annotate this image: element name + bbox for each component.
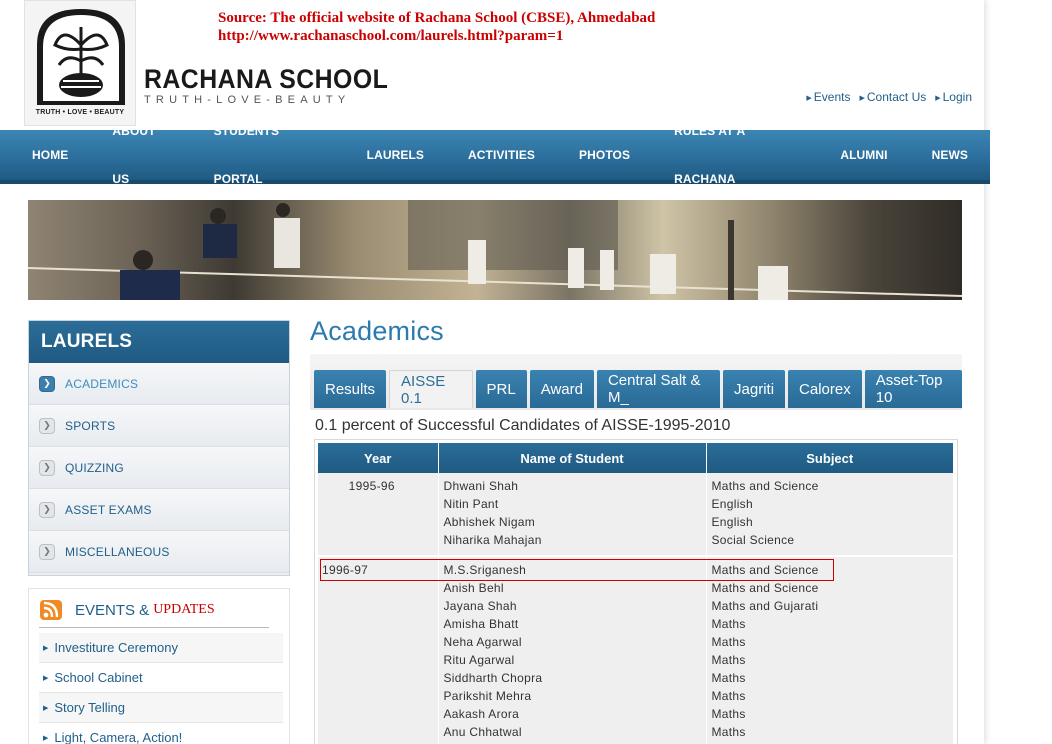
tab-prl[interactable]: PRL bbox=[475, 370, 527, 408]
events-panel: EVENTS & UPDATES ▶ Investiture Ceremony ▶… bbox=[28, 588, 290, 744]
page-title: Academics bbox=[310, 316, 444, 346]
column-header-subject: Subject bbox=[706, 443, 953, 473]
events-title-accent: UPDATES bbox=[153, 602, 215, 617]
chevron-right-icon: ❯ bbox=[39, 417, 55, 434]
top-links: ▶ Events ▶ Contact Us ▶ Login bbox=[806, 90, 972, 104]
banner-illustration bbox=[28, 200, 962, 300]
tab-asset-top-10[interactable]: Asset-Top 10 bbox=[864, 370, 962, 408]
logo-emblem-icon bbox=[37, 9, 125, 105]
tab-award[interactable]: Award bbox=[529, 370, 594, 408]
sidebar-item-asset-exams[interactable]: ❯ ASSET EXAMS bbox=[29, 489, 289, 531]
events-list: ▶ Investiture Ceremony ▶ School Cabinet ▶ S… bbox=[39, 633, 283, 744]
tab-calorex[interactable]: Calorex bbox=[788, 370, 862, 408]
rss-feed-icon bbox=[40, 600, 62, 620]
column-header-year: Year bbox=[318, 443, 439, 473]
results-table-container: Year Name of Student Subject 1995-96 Dhw… bbox=[314, 439, 958, 744]
nav-students-portal[interactable]: STUDENTS' PORTAL bbox=[192, 107, 345, 203]
sidebar-item-academics[interactable]: ❯ ACADEMICS bbox=[29, 363, 289, 405]
laurels-menu: LAURELS ❯ ACADEMICS ❯ SPORTS ❯ QUIZZING … bbox=[28, 320, 290, 576]
subjects-cell: Maths and Science English English Social… bbox=[706, 473, 953, 557]
events-header: EVENTS & UPDATES bbox=[39, 597, 215, 623]
sidebar-item-quizzing[interactable]: ❯ QUIZZING bbox=[29, 447, 289, 489]
banner-photo bbox=[28, 200, 962, 300]
arrow-right-icon: ▶ bbox=[806, 95, 812, 102]
arrow-right-icon: ▶ bbox=[43, 674, 49, 682]
school-tagline: TRUTH-LOVE-BEAUTY bbox=[144, 94, 351, 106]
nav-about-us[interactable]: ABOUT US bbox=[90, 107, 191, 203]
nav-rules[interactable]: RULES AT A RACHANA bbox=[652, 107, 818, 203]
chevron-right-icon: ❯ bbox=[39, 501, 55, 518]
table-caption: 0.1 percent of Successful Candidates of … bbox=[315, 417, 731, 434]
nav-photos[interactable]: PHOTOS bbox=[557, 131, 652, 179]
arrow-right-icon: ▶ bbox=[43, 734, 49, 742]
arrow-right-icon: ▶ bbox=[43, 644, 49, 652]
column-header-name: Name of Student bbox=[438, 443, 707, 473]
event-item-school-cabinet[interactable]: ▶ School Cabinet bbox=[39, 663, 283, 693]
tab-results[interactable]: Results bbox=[314, 370, 387, 408]
top-link-events[interactable]: ▶ Events bbox=[806, 90, 850, 104]
event-item-light-camera[interactable]: ▶ Light, Camera, Action! bbox=[39, 723, 283, 744]
top-link-login[interactable]: ▶ Login bbox=[935, 90, 972, 104]
school-name: RACHANA SCHOOL bbox=[144, 64, 389, 94]
names-cell: M.S.Sriganesh Anish Behl Jayana Shah Ami… bbox=[438, 556, 707, 744]
tab-central-salt[interactable]: Central Salt & M_ bbox=[596, 370, 721, 408]
table-row: 1996-97 M.S.Sriganesh Anish Behl Jayana … bbox=[318, 556, 953, 744]
subjects-cell: Maths and Science Maths and Science Math… bbox=[706, 556, 953, 744]
nav-news[interactable]: NEWS bbox=[910, 131, 990, 179]
tab-jagriti[interactable]: Jagriti bbox=[723, 370, 786, 408]
events-title: EVENTS & bbox=[75, 601, 150, 619]
event-item-investiture[interactable]: ▶ Investiture Ceremony bbox=[39, 633, 283, 663]
arrow-right-icon: ▶ bbox=[43, 704, 49, 712]
nav-laurels[interactable]: LAURELS bbox=[345, 131, 446, 179]
sidebar-item-miscellaneous[interactable]: ❯ MISCELLANEOUS bbox=[29, 531, 289, 573]
laurels-menu-title: LAURELS bbox=[29, 321, 289, 363]
main-nav: HOME ABOUT US STUDENTS' PORTAL LAURELS A… bbox=[0, 124, 990, 186]
sidebar-item-sports[interactable]: ❯ SPORTS bbox=[29, 405, 289, 447]
nav-home[interactable]: HOME bbox=[10, 131, 90, 179]
arrow-right-icon: ▶ bbox=[859, 95, 865, 102]
year-cell: 1995-96 bbox=[318, 473, 439, 557]
chevron-right-icon: ❯ bbox=[39, 459, 55, 476]
tab-aisse-0-1[interactable]: AISSE 0.1 bbox=[389, 370, 473, 408]
events-divider bbox=[39, 627, 269, 628]
table-header-row: Year Name of Student Subject bbox=[318, 443, 953, 473]
chevron-right-icon: ❯ bbox=[39, 543, 55, 560]
event-item-story-telling[interactable]: ▶ Story Telling bbox=[39, 693, 283, 723]
source-url: http://www.rachanaschool.com/laurels.htm… bbox=[218, 28, 564, 44]
chevron-right-icon: ❯ bbox=[39, 375, 55, 392]
table-row: 1995-96 Dhwani Shah Nitin Pant Abhishek … bbox=[318, 473, 953, 557]
top-link-contact[interactable]: ▶ Contact Us bbox=[859, 90, 926, 104]
nav-alumni[interactable]: ALUMNI bbox=[818, 131, 909, 179]
results-table: Year Name of Student Subject 1995-96 Dhw… bbox=[318, 443, 953, 744]
tab-bar: Results AISSE 0.1 PRL Award Central Salt… bbox=[310, 354, 962, 410]
year-cell: 1996-97 bbox=[318, 556, 439, 744]
names-cell: Dhwani Shah Nitin Pant Abhishek Nigam Ni… bbox=[438, 473, 707, 557]
nav-activities[interactable]: ACTIVITIES bbox=[446, 131, 557, 179]
source-note: Source: The official website of Rachana … bbox=[218, 10, 656, 26]
arrow-right-icon: ▶ bbox=[935, 95, 941, 102]
